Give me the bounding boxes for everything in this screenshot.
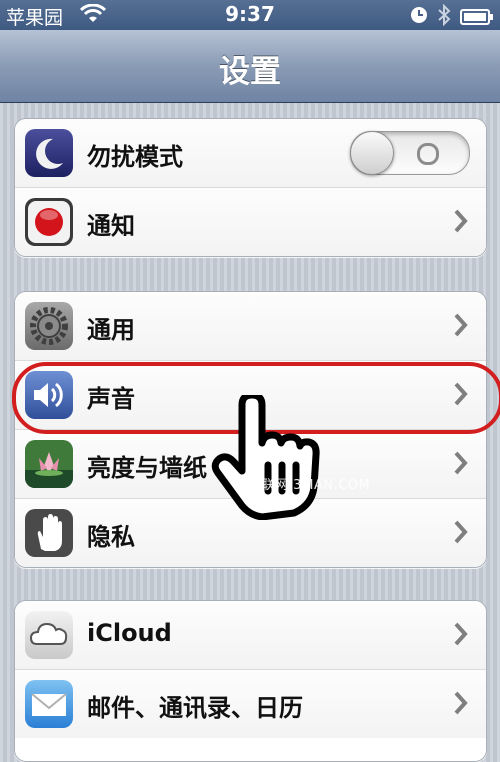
gear-icon [25, 302, 73, 350]
chevron-right-icon [454, 691, 468, 715]
clock-icon [410, 6, 428, 29]
hand-pointer-icon [211, 395, 320, 520]
settings-row-icloud[interactable]: iCloud [15, 601, 486, 669]
toggle-off-indicator [417, 143, 439, 165]
settings-row-label: 邮件、通讯录、日历 [87, 694, 303, 722]
navigation-bar: 设置 [0, 30, 500, 103]
settings-row-label: 通知 [87, 212, 135, 240]
do-not-disturb-toggle[interactable] [350, 131, 470, 175]
hand-icon [25, 509, 73, 557]
notification-icon [25, 198, 73, 246]
chevron-right-icon [454, 313, 468, 337]
page-title: 设置 [219, 54, 281, 90]
settings-row-label: 通用 [87, 316, 135, 344]
mail-icon [25, 680, 73, 728]
settings-row-label: 亮度与墙纸 [87, 454, 207, 482]
watermark: 三联网 3LIAN.COM [248, 478, 371, 493]
moon-icon [25, 129, 73, 177]
settings-row-label: 勿扰模式 [87, 143, 183, 171]
chevron-right-icon [454, 622, 468, 646]
settings-row-mail-contacts-calendars[interactable]: 邮件、通讯录、日历 [15, 669, 486, 738]
bluetooth-icon [437, 3, 451, 31]
settings-row-label: 隐私 [87, 523, 135, 551]
settings-row-label: iCloud [87, 619, 172, 647]
settings-group-1: 勿扰模式 通知 [14, 118, 487, 257]
status-bar: 苹果园 9:37 [0, 0, 500, 30]
chevron-right-icon [454, 451, 468, 475]
cloud-icon [25, 611, 73, 659]
settings-row-do-not-disturb[interactable]: 勿扰模式 [15, 119, 486, 187]
settings-group-3: iCloud 邮件、通讯录、日历 [14, 600, 487, 762]
settings-row-general[interactable]: 通用 [15, 292, 486, 360]
toggle-knob[interactable] [350, 131, 394, 175]
chevron-right-icon [454, 520, 468, 544]
wallpaper-icon [25, 440, 73, 488]
chevron-right-icon [454, 209, 468, 233]
battery-icon [460, 8, 494, 30]
settings-row-notifications[interactable]: 通知 [15, 187, 486, 256]
